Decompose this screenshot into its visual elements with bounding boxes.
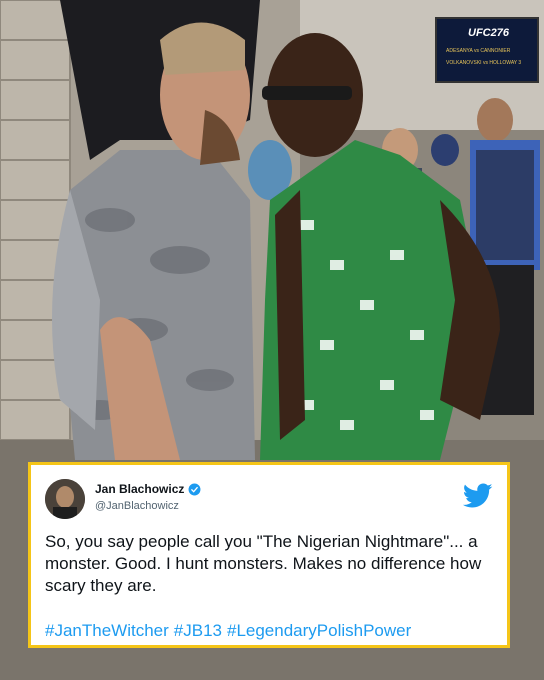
- hashtag-link[interactable]: #LegendaryPolishPower: [227, 621, 411, 640]
- hashtag-link[interactable]: #JB13: [174, 621, 222, 640]
- event-screen: UFC276 ADESANYA vs CANNONIER VOLKANOVSKI…: [435, 17, 539, 83]
- author-handle[interactable]: @JanBlachowicz: [95, 500, 179, 512]
- hashtag-row: #JanTheWitcher #JB13 #LegendaryPolishPower: [45, 621, 416, 641]
- avatar[interactable]: [45, 479, 85, 519]
- hashtag-link[interactable]: #JanTheWitcher: [45, 621, 169, 640]
- author-name[interactable]: Jan Blachowicz: [95, 482, 184, 496]
- svg-text:VOLKANOVSKI vs HOLLOWAY 3: VOLKANOVSKI vs HOLLOWAY 3: [446, 60, 521, 66]
- tweet-card: Jan Blachowicz @JanBlachowicz So, you sa…: [28, 462, 510, 648]
- verified-badge-icon: [188, 483, 201, 495]
- tweet-text: So, you say people call you "The Nigeria…: [45, 532, 482, 595]
- twitter-bird-icon[interactable]: [463, 483, 493, 509]
- svg-text:ADESANYA vs CANNONIER: ADESANYA vs CANNONIER: [446, 48, 511, 54]
- svg-text:UFC276: UFC276: [468, 27, 510, 39]
- author-name-row: Jan Blachowicz: [95, 482, 201, 496]
